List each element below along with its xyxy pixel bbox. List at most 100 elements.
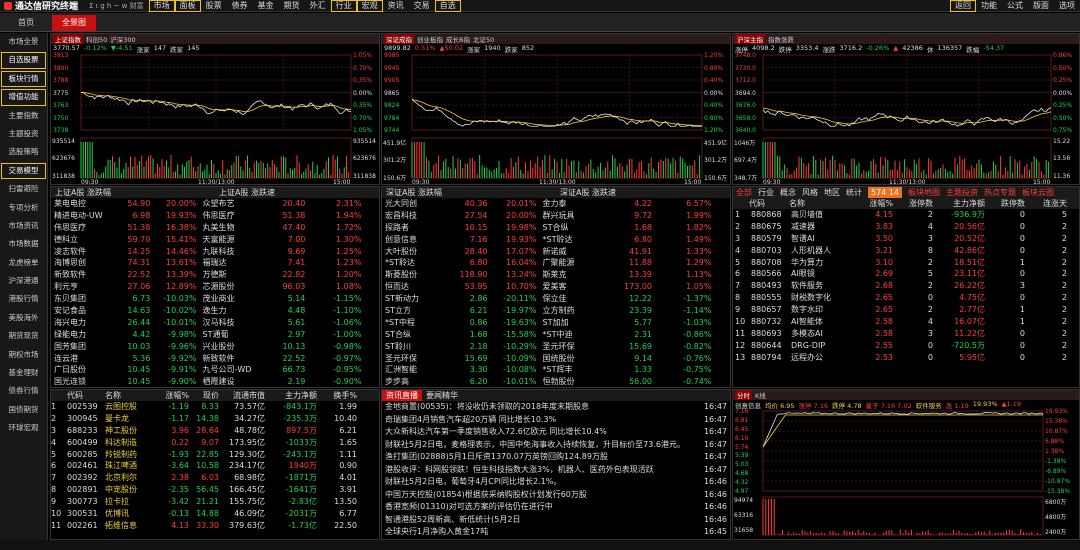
sector-row[interactable]: 4 880703 人形机器人 3.21 8 42.86亿 0 2 [733,245,1079,257]
sector-tab-4[interactable]: 地区 [821,187,843,198]
sector-row[interactable]: 5 880708 华为算力 3.10 2 18.51亿 1 2 [733,257,1079,269]
watchlist-row[interactable]: 10 300531 优博讯 -0.13 14.88 46.09亿 -2031万 6.77 [51,508,379,520]
rank-header-1[interactable]: 深证A股 涨跌速 [556,187,730,198]
sector-tab-1[interactable]: 行业 [755,187,777,198]
news-tab-1[interactable]: 要闻精华 [422,390,462,401]
watchlist-col-7[interactable]: 换手% [317,390,357,401]
sidebar-item-0[interactable]: 市场全景 [0,33,47,51]
sector-row[interactable]: 9 880657 数字水印 2.65 2 2.77亿 1 2 [733,304,1079,316]
rank-row[interactable]: 大叶股份 28.40 17.07% 新诺威 41.91 1.33% [382,246,730,258]
news-item[interactable]: 奇瑞集团4月销售汽车超20万辆 同比增长10.3% 16:47 [382,414,730,427]
rank-row[interactable]: 新致软件 22.52 13.39% 万德斯 22.82 1.20% [51,269,379,281]
rank-row[interactable]: 探路者 10.15 19.98% ST合纵 1.68 1.82% [382,222,730,234]
rank-row[interactable]: 利元亨 27.06 12.89% 芯源股份 96.03 1.08% [51,281,379,293]
watchlist-row[interactable]: 11 002261 拓维信息 4.13 33.30 379.63亿 -1.73亿 22.50 [51,520,379,532]
sector-tab-2[interactable]: 概念 [777,187,799,198]
sector-right-tab-0[interactable]: 板块地图 [905,187,943,198]
sector-col-0[interactable]: 代码 [749,198,789,209]
right-menu-item-2[interactable]: 公式 [1002,0,1028,12]
menu-item-2[interactable]: 股票 [201,0,227,12]
rank-header-1[interactable]: 上证A股 涨跌速 [215,187,379,198]
sidebar-item-6[interactable]: 选股策略 [0,143,47,161]
right-menu-item-3[interactable]: 版面 [1028,0,1054,12]
menu-item-7[interactable]: 行业 [330,0,357,12]
sidebar-item-8[interactable]: 扫雷避险 [0,180,47,198]
sector-row[interactable]: 1 880868 高贝墙值 4.15 2 -936.9万 0 5 [733,209,1079,221]
menu-item-9[interactable]: 资讯 [383,0,409,12]
rank-row[interactable]: 精进电动-UW 6.98 19.93% 伟思医疗 51.38 1.94% [51,210,379,222]
right-menu-item-0[interactable]: 返回 [950,0,976,12]
sector-col-5[interactable]: 跌停数 [985,198,1025,209]
sidebar-item-20[interactable]: 国债期货 [0,401,47,419]
watchlist-col-2[interactable]: 名称 [105,390,153,401]
sidebar-item-18[interactable]: 基金理财 [0,364,47,382]
watchlist-row[interactable]: 6 002461 珠江啤酒 -3.64 10.58 234.17亿 1940万 0.90 [51,460,379,472]
rank-row[interactable]: ST新动力 2.86 -20.11% 保立佳 12.22 -1.37% [382,293,730,305]
sector-col-1[interactable]: 名称 [789,198,851,209]
menu-item-1[interactable]: 面板 [174,0,201,12]
rank-row[interactable]: ST立方 6.21 -19.97% 立方制药 23.39 -1.14% [382,305,730,317]
news-item[interactable]: 金地商置(00535)：将没收仍未领取的2018年度末期股息 16:47 [382,401,730,414]
news-item[interactable]: 财联社5月2日电，麦格理表示，中国中免海事收入持续恢复，升目标价至73.6港元。… [382,439,730,452]
watchlist-col-5[interactable]: 流通市值 [219,390,265,401]
rank-row[interactable]: 东贝集团 6.73 -10.03% 茂业商业 5.14 -1.15% [51,293,379,305]
sector-row[interactable]: 11 880693 多模态AI 2.58 3 11.22亿 0 2 [733,328,1079,340]
menu-item-3[interactable]: 债券 [227,0,253,12]
news-item[interactable]: 中国万天控股(01854)根据获采纳购股权计划发行60万股 16:46 [382,489,730,502]
rank-row[interactable]: ST合纵 1.68 -15.58% *ST中迪 2.31 -0.86% [382,329,730,341]
menu-item-11[interactable]: 自选 [434,0,461,12]
sector-row[interactable]: 3 880579 智谱AI 3.50 3 20.52亿 0 2 [733,233,1079,245]
rank-row[interactable]: 汇洲智能 3.30 -10.08% *ST辉丰 1.33 -0.75% [382,364,730,376]
watchlist-col-3[interactable]: 涨幅% [153,390,189,401]
sidebar-item-1[interactable]: 自选股票 [0,51,47,69]
sector-row[interactable]: 2 880675 减速器 3.83 4 20.56亿 0 2 [733,221,1079,233]
mini-tab-1[interactable]: K线 [755,390,766,400]
watchlist-row[interactable]: 9 300773 拉卡拉 -3.42 21.21 155.75亿 -2.83亿 13.50 [51,496,379,508]
sidebar-item-11[interactable]: 市场数据 [0,235,47,253]
news-item[interactable]: 财联社5月2日电，葡萄牙4月CPI同比增长2.1%。 16:46 [382,476,730,489]
sector-tab-3[interactable]: 风格 [799,187,821,198]
rank-row[interactable]: 海博思创 74.31 13.61% 福瑞达 7.41 1.23% [51,257,379,269]
sector-col-4[interactable]: 主力净额 [933,198,985,209]
index-tab-2[interactable]: 成长B指 [446,34,470,44]
menu-item-5[interactable]: 期货 [279,0,305,12]
rank-row[interactable]: *ST聆达 6.80 16.04% 广聚能源 11.88 1.29% [382,257,730,269]
right-menu-item-4[interactable]: 选项 [1054,0,1080,12]
menu-item-10[interactable]: 交易 [409,0,435,12]
rank-row[interactable]: 宏昌科技 27.54 20.00% 群兴玩具 9.72 1.99% [382,210,730,222]
sidebar-item-19[interactable]: 债券行情 [0,382,47,400]
sector-col-3[interactable]: 涨停数 [893,198,933,209]
index-tab-2[interactable]: 沪深300 [110,34,135,44]
sector-row[interactable]: 7 880493 软件服务 2.68 2 26.22亿 3 2 [733,280,1079,292]
rank-header-0[interactable]: 深证A股 涨跌幅 [382,187,556,198]
rank-row[interactable]: 伟思医疗 51.38 16.38% 丸美生物 47.40 1.72% [51,222,379,234]
watchlist-col-0[interactable] [51,390,67,401]
index-tab-0[interactable]: 沪深主指 [735,34,765,44]
sector-col-6[interactable]: 连涨天 [1025,198,1067,209]
mini-tab-0[interactable]: 分时 [735,390,752,400]
rank-row[interactable]: 连云港 5.36 -9.92% 新致软件 22.52 -0.97% [51,353,379,365]
sector-right-tab-1[interactable]: 主题投资 [943,187,981,198]
index-tab-0[interactable]: 上证指数 [53,34,83,44]
watchlist-row[interactable]: 2 300945 曼卡龙 -1.17 14.38 34.27亿 -235.3万 10.40 [51,413,379,425]
tab-home[interactable]: 首页 [6,15,46,31]
sidebar-item-15[interactable]: 美股海外 [0,309,47,327]
sector-row[interactable]: 6 880566 AI眼镜 2.69 5 23.11亿 0 2 [733,268,1079,280]
rank-row[interactable]: 莱电电控 54.90 20.00% 众望布艺 20.40 2.31% [51,198,379,210]
index-tab-1[interactable]: 科创50 [86,34,107,44]
tab-panorama[interactable]: 全景图 [52,15,96,31]
rank-row[interactable]: 德科立 59.70 15.41% 天富能源 7.00 1.30% [51,234,379,246]
sidebar-item-14[interactable]: 港股行情 [0,290,47,308]
watchlist-row[interactable]: 5 600285 羚锐制药 -1.93 22.85 129.30亿 -243.1万 1.11 [51,449,379,461]
watchlist-row[interactable]: 7 002392 北京利尔 2.38 6.03 68.98亿 -1871万 4.01 [51,472,379,484]
news-item[interactable]: 渔打集团(02888)5月1日斥资1370.07万英镑回购124.89万股 16:… [382,451,730,464]
index-tab-1[interactable]: 创业板指 [417,34,443,44]
menu-item-0[interactable]: 市场 [148,0,175,12]
sector-tab-0[interactable]: 全部 [733,187,755,198]
sector-right-tab-2[interactable]: 热点专题 [981,187,1019,198]
menu-item-6[interactable]: 外汇 [305,0,331,12]
sidebar-item-3[interactable]: 增值功能 [0,88,47,106]
news-item[interactable]: 港股收评：科网股领跌！恒生科技指数大涨3%，机器人、医药外包表现活跃 16:47 [382,464,730,477]
sidebar-item-21[interactable]: 环球宏观 [0,419,47,437]
rank-row[interactable]: 广日股份 10.45 -9.91% 九号公司-WD 66.73 -0.95% [51,364,379,376]
